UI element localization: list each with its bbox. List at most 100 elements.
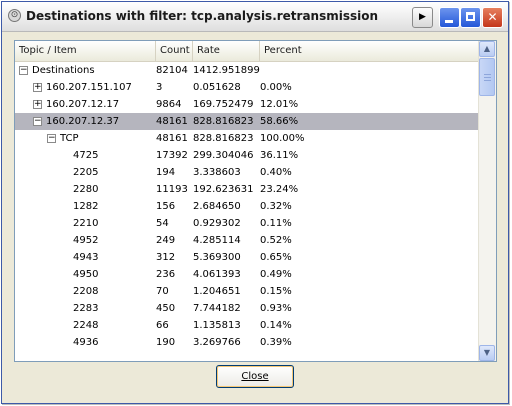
rate-cell: 4.061393: [193, 269, 241, 280]
topic-cell: +160.207.151.107: [15, 79, 155, 96]
topic-label: 4936: [73, 337, 99, 348]
count-cell: 156: [156, 201, 176, 212]
column-topic[interactable]: Topic / Item: [15, 41, 156, 61]
topic-label: 2205: [73, 167, 99, 178]
column-header: Topic / Item Count Rate Percent: [15, 41, 480, 62]
tree-row[interactable]: 4943 312 5.369300 0.65%: [15, 249, 480, 266]
percent-cell: 0.15%: [260, 286, 292, 297]
tree-row[interactable]: 2210 54 0.929302 0.11%: [15, 215, 480, 232]
rate-cell: 299.304046: [193, 150, 254, 161]
topic-label: 160.207.12.37: [46, 116, 120, 127]
count-cell: 236: [156, 269, 176, 280]
tree-row[interactable]: − TCP 48161 828.816823 100.00%: [15, 130, 480, 147]
maximize-button[interactable]: [460, 7, 481, 28]
close-window-button[interactable]: ✕: [482, 7, 503, 28]
topic-label: 4952: [73, 235, 99, 246]
tree-row[interactable]: 4725 17392 299.304046 36.11%: [15, 147, 480, 164]
tree-row[interactable]: 2208 70 1.204651 0.15%: [15, 283, 480, 300]
topic-cell: − Destinations: [15, 62, 155, 79]
expand-icon[interactable]: +: [33, 100, 42, 109]
percent-cell: 0.65%: [260, 252, 292, 263]
title-bar[interactable]: ⊙ Destinations with filter: tcp.analysis…: [2, 2, 508, 32]
topic-label: 4950: [73, 269, 99, 280]
arrow-up-icon: ▲: [483, 44, 491, 53]
tree-row[interactable]: +160.207.12.17 9864 169.752479 12.01%: [15, 96, 480, 113]
collapse-icon[interactable]: −: [19, 66, 28, 75]
percent-cell: 12.01%: [260, 99, 299, 110]
topic-label: 1282: [73, 201, 99, 212]
topic-cell: 2210: [15, 215, 155, 232]
rate-cell: 5.369300: [193, 252, 241, 263]
dialog-window: ⊙ Destinations with filter: tcp.analysis…: [1, 1, 509, 404]
percent-cell: 0.93%: [260, 303, 292, 314]
topic-cell: +160.207.12.17: [15, 96, 155, 113]
minimize-icon: [445, 20, 453, 23]
topic-label: 2280: [73, 184, 99, 195]
count-cell: 11193: [156, 184, 188, 195]
topic-cell: 2280: [15, 181, 155, 198]
percent-cell: 0.39%: [260, 337, 292, 348]
topic-label: 4725: [73, 150, 99, 161]
tree-row[interactable]: 4952 249 4.285114 0.52%: [15, 232, 480, 249]
percent-cell: 0.14%: [260, 320, 292, 331]
wireshark-circle-icon: ⊙: [8, 9, 21, 22]
column-percent[interactable]: Percent: [260, 41, 480, 61]
collapse-icon[interactable]: −: [47, 134, 56, 143]
topic-label: 2248: [73, 320, 99, 331]
tree-row[interactable]: 2280 11193 192.623631 23.24%: [15, 181, 480, 198]
rate-cell: 1.204651: [193, 286, 241, 297]
rate-cell: 828.816823: [193, 133, 254, 144]
rate-cell: 3.338603: [193, 167, 241, 178]
grip-line: [484, 77, 491, 78]
close-button[interactable]: Close: [216, 365, 294, 388]
count-cell: 194: [156, 167, 176, 178]
count-cell: 54: [156, 218, 169, 229]
rate-cell: 4.285114: [193, 235, 241, 246]
topic-cell: −160.207.12.37: [15, 113, 155, 130]
count-cell: 66: [156, 320, 169, 331]
rate-cell: 169.752479: [193, 99, 254, 110]
percent-cell: 0.11%: [260, 218, 292, 229]
tree-row[interactable]: 1282 156 2.684650 0.32%: [15, 198, 480, 215]
count-cell: 70: [156, 286, 169, 297]
topic-label: 160.207.151.107: [46, 82, 132, 93]
percent-cell: 0.52%: [260, 235, 292, 246]
tree-row[interactable]: 4936 190 3.269766 0.39%: [15, 334, 480, 351]
tree-row-selected[interactable]: −160.207.12.37 48161 828.816823 58.66%: [15, 113, 480, 130]
scroll-thumb[interactable]: [479, 58, 495, 96]
rate-cell: 2.684650: [193, 201, 241, 212]
tree-row[interactable]: 4950 236 4.061393 0.49%: [15, 266, 480, 283]
maximize-icon: [466, 12, 475, 21]
topic-cell: 4725: [15, 147, 155, 164]
topic-label: 160.207.12.17: [46, 99, 120, 110]
count-cell: 3: [156, 82, 163, 93]
column-rate[interactable]: Rate: [193, 41, 260, 61]
tree-row[interactable]: 2248 66 1.135813 0.14%: [15, 317, 480, 334]
collapse-icon[interactable]: −: [33, 117, 42, 126]
rate-cell: 3.269766: [193, 337, 241, 348]
scroll-down-button[interactable]: ▼: [479, 345, 495, 361]
tree-row[interactable]: − Destinations 82104 1412.951899: [15, 62, 480, 79]
scroll-up-button[interactable]: ▲: [479, 41, 495, 57]
rate-cell: 828.816823: [193, 116, 254, 127]
count-cell: 450: [156, 303, 176, 314]
topic-label: 2210: [73, 218, 99, 229]
topic-label: 4943: [73, 252, 99, 263]
percent-cell: 100.00%: [260, 133, 305, 144]
grip-line: [484, 80, 491, 81]
tree-row[interactable]: +160.207.151.107 3 0.051628 0.00%: [15, 79, 480, 96]
rate-cell: 7.744182: [193, 303, 241, 314]
vertical-scrollbar[interactable]: ▲ ▼: [478, 41, 496, 361]
tree-row[interactable]: 2205 194 3.338603 0.40%: [15, 164, 480, 181]
stats-tree-list[interactable]: Topic / Item Count Rate Percent − Destina…: [14, 40, 497, 362]
count-cell: 312: [156, 252, 176, 263]
minimize-button[interactable]: [439, 7, 460, 28]
column-count[interactable]: Count: [156, 41, 193, 61]
window-menu-button[interactable]: ▶: [412, 7, 433, 28]
topic-cell: 4950: [15, 266, 155, 283]
count-cell: 48161: [156, 133, 188, 144]
expand-icon[interactable]: +: [33, 83, 42, 92]
window-title: Destinations with filter: tcp.analysis.r…: [26, 9, 379, 23]
tree-row[interactable]: 2283 450 7.744182 0.93%: [15, 300, 480, 317]
topic-cell: − TCP: [15, 130, 155, 147]
